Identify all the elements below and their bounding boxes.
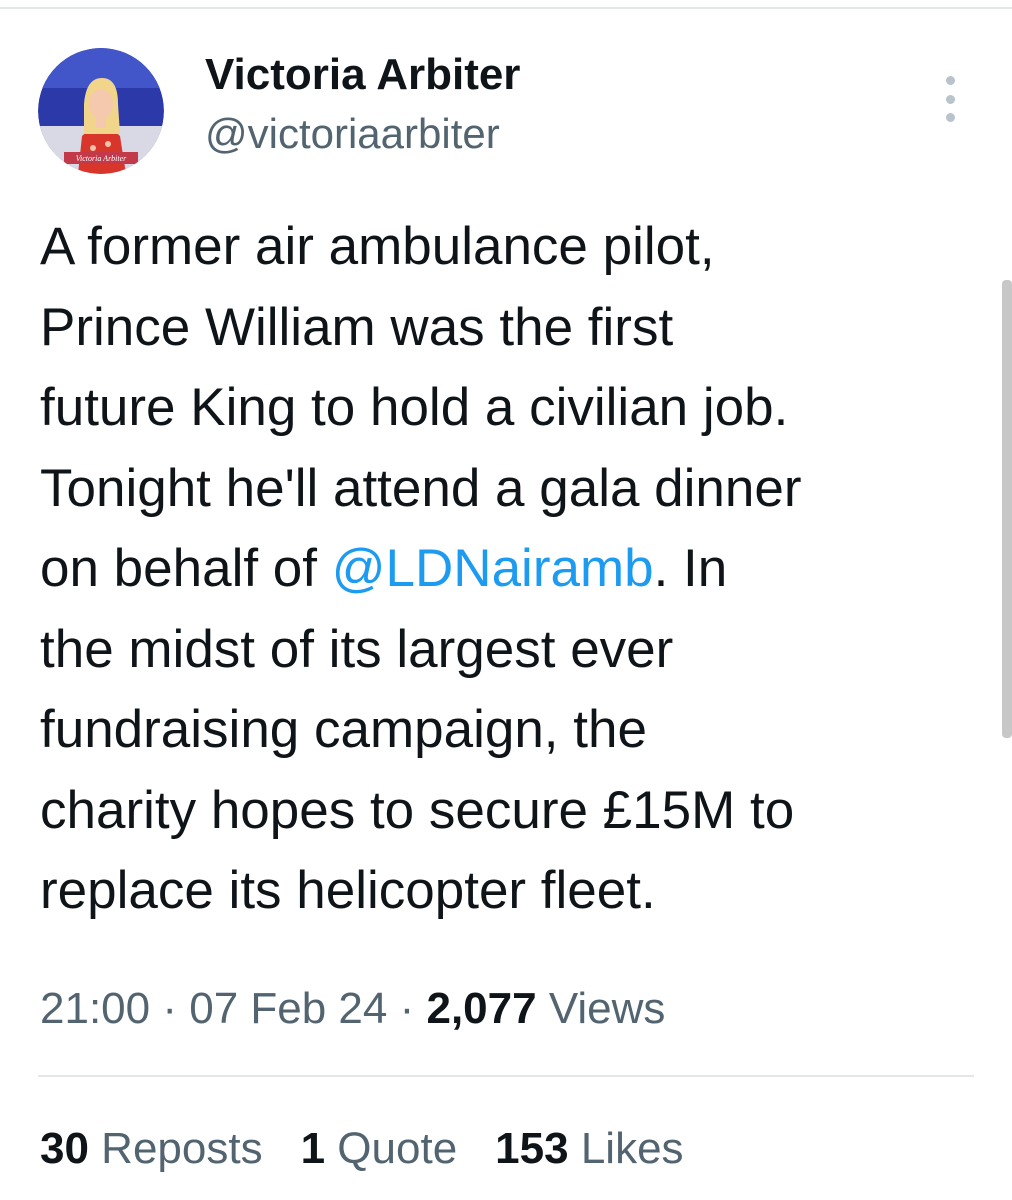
- meta-separator: ·: [387, 984, 427, 1033]
- tweet-time[interactable]: 21:00: [40, 984, 150, 1033]
- views-label: Views: [536, 984, 666, 1033]
- quotes-label: Quote: [325, 1124, 458, 1173]
- avatar[interactable]: Victoria Arbiter: [38, 48, 164, 174]
- tweet-date[interactable]: 07 Feb 24: [189, 984, 387, 1033]
- scrollbar-thumb[interactable]: [1002, 280, 1012, 738]
- tweet-line: on behalf of @LDNairamb. In: [40, 529, 990, 610]
- views-count: 2,077: [426, 984, 537, 1033]
- tweet-line: Tonight he'll attend a gala dinner: [40, 458, 802, 518]
- quotes-count: 1: [300, 1124, 326, 1173]
- tweet-text-segment: . In: [653, 539, 728, 598]
- tweet-line: the midst of its largest ever: [40, 619, 674, 679]
- avatar-caption: Victoria Arbiter: [76, 154, 127, 163]
- tweet-line: replace its helicopter fleet.: [40, 861, 656, 920]
- reposts-count: 30: [40, 1124, 89, 1173]
- stats-divider: [38, 1075, 974, 1077]
- more-vertical-icon: [945, 76, 955, 85]
- likes-label: Likes: [568, 1124, 684, 1173]
- likes-stat[interactable]: 153 Likes: [495, 1122, 683, 1176]
- reposts-stat[interactable]: 30 Reposts: [40, 1122, 263, 1176]
- tweet-text: A former air ambulance pilot, Prince Wil…: [40, 207, 990, 932]
- tweet-line: Prince William was the first: [40, 297, 674, 357]
- quotes-stat[interactable]: 1 Quote: [301, 1122, 458, 1176]
- user-handle[interactable]: @victoriaarbiter: [205, 108, 500, 160]
- mention-link[interactable]: @LDNairamb: [332, 539, 654, 598]
- tweet-meta: 21:00 · 07 Feb 24 · 2,077 Views: [40, 982, 665, 1036]
- reposts-label: Reposts: [88, 1124, 263, 1173]
- more-options-button[interactable]: [930, 76, 970, 122]
- tweet-line: future King to hold a civilian job.: [40, 378, 789, 437]
- top-divider: [0, 7, 1012, 9]
- more-vertical-icon-dot: [945, 113, 955, 122]
- tweet-line: A former air ambulance pilot,: [40, 217, 715, 276]
- tweet-line: fundraising campaign, the: [40, 700, 647, 759]
- tweet-line: charity hopes to secure £15M to: [40, 780, 795, 840]
- avatar-image: Victoria Arbiter: [38, 48, 164, 174]
- engagement-stats: 30 Reposts 1 Quote 153 Likes: [40, 1122, 684, 1176]
- meta-separator: ·: [150, 984, 190, 1033]
- tweet-text-segment: on behalf of: [40, 539, 332, 598]
- more-vertical-icon-dot: [945, 94, 955, 104]
- display-name[interactable]: Victoria Arbiter: [205, 48, 520, 102]
- likes-count: 153: [495, 1124, 569, 1173]
